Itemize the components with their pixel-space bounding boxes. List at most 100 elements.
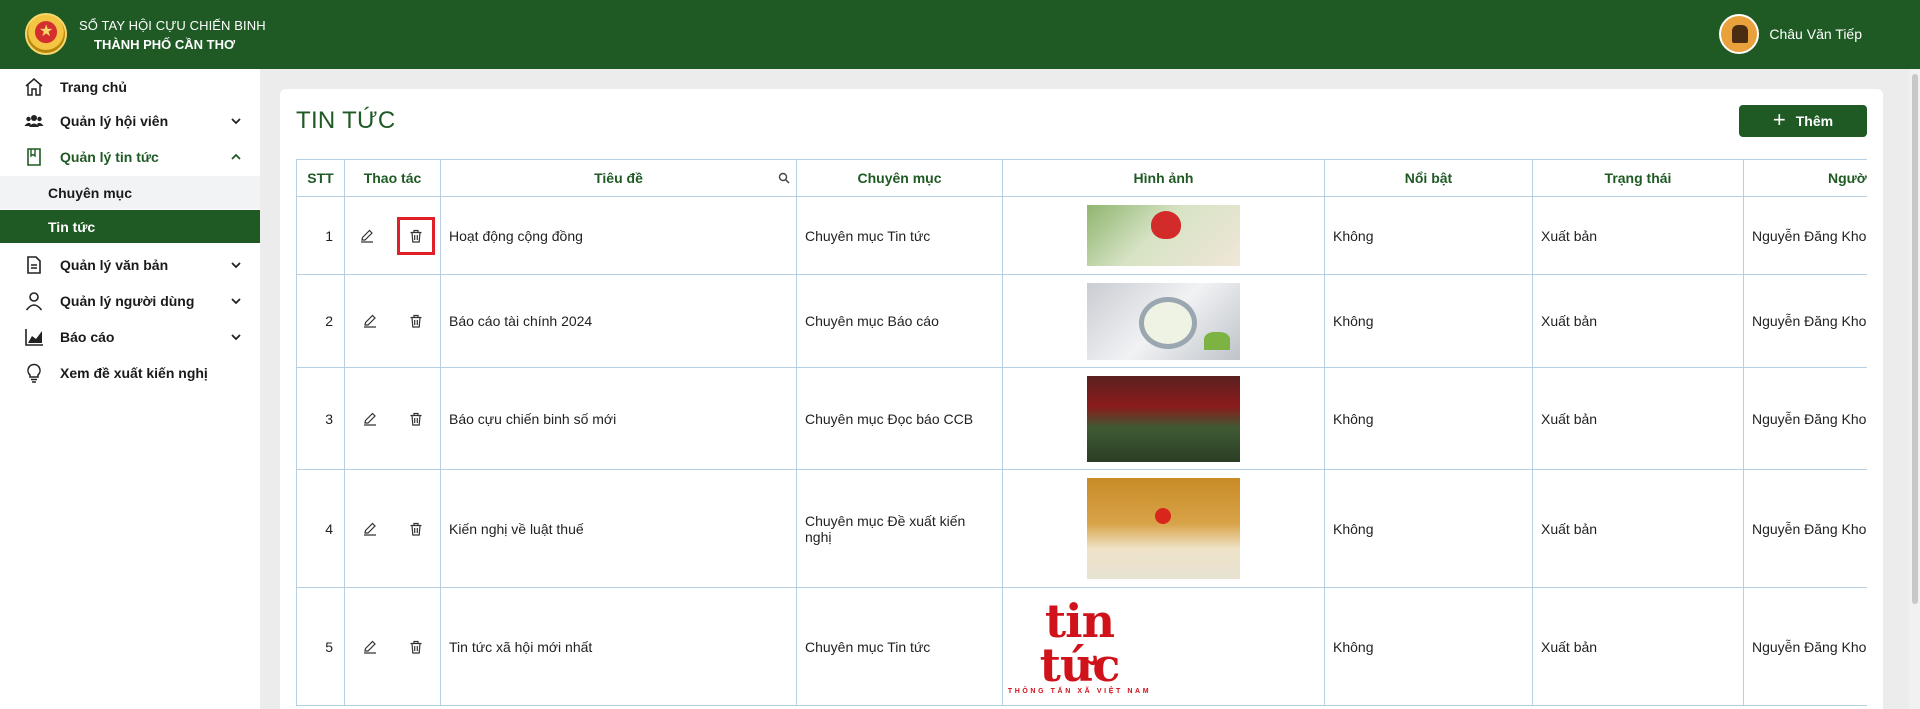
page-scrollbar-thumb[interactable] — [1912, 74, 1918, 604]
user-icon — [25, 292, 43, 311]
row-actions — [344, 367, 441, 470]
avatar[interactable] — [1719, 14, 1760, 54]
sidebar-subitem-news[interactable]: Tin tức — [0, 210, 260, 243]
sidebar-subitem-categories[interactable]: Chuyên mục — [0, 176, 260, 209]
row-category: Chuyên mục Đề xuất kiến nghị — [796, 469, 1003, 588]
column-header-stt[interactable]: STT — [296, 159, 345, 197]
row-featured: Không — [1324, 469, 1533, 588]
delete-button[interactable] — [396, 216, 435, 255]
delete-button[interactable] — [400, 513, 432, 545]
pencil-icon — [363, 640, 376, 654]
sidebar-item-label: Trang chủ — [60, 79, 127, 95]
row-stt: 3 — [296, 367, 345, 470]
sidebar-item-reports[interactable]: Báo cáo — [0, 319, 260, 355]
chevron-down-icon — [231, 118, 241, 125]
row-author: Nguyễn Đăng Khoa — [1743, 196, 1867, 275]
user-menu[interactable]: Châu Văn Tiếp — [1719, 14, 1862, 54]
row-stt: 1 — [296, 196, 345, 275]
sidebar-item-label: Quản lý hội viên — [60, 113, 169, 129]
sidebar-subitem-label: Chuyên mục — [48, 185, 133, 201]
chevron-up-icon — [231, 153, 241, 160]
column-header-title[interactable]: Tiêu đề — [440, 159, 797, 197]
row-featured: Không — [1324, 587, 1533, 706]
edit-button[interactable] — [354, 513, 386, 545]
sidebar-item-news[interactable]: Quản lý tin tức — [0, 139, 260, 175]
row-image-cell: tin tức THÔNG TẤN XÃ VIỆT NAM — [1002, 587, 1325, 706]
row-title: Kiến nghị về luật thuế — [440, 469, 797, 588]
plus-icon: + — [1772, 107, 1786, 132]
table-row: 1 Hoạt động cộng đồng Chuyên mục Tin tức… — [296, 196, 1867, 275]
edit-button[interactable] — [354, 403, 386, 435]
table-row: 2 Báo cáo tài chính 2024 Chuyên mục Báo … — [296, 274, 1867, 368]
column-header-author[interactable]: Người t — [1743, 159, 1867, 197]
delete-button[interactable] — [400, 305, 432, 337]
sidebar-item-home[interactable]: Trang chủ — [0, 69, 260, 105]
column-header-status[interactable]: Trạng thái — [1532, 159, 1744, 197]
column-header-category[interactable]: Chuyên mục — [796, 159, 1003, 197]
column-header-label: Tiêu đề — [594, 170, 643, 186]
row-actions — [344, 469, 441, 588]
sidebar-item-documents[interactable]: Quản lý văn bản — [0, 247, 260, 283]
row-status: Xuất bản — [1532, 367, 1744, 470]
page-title: TIN TỨC — [296, 107, 396, 134]
row-author: Nguyễn Đăng Khoa — [1743, 274, 1867, 368]
pencil-icon — [360, 229, 373, 243]
edit-button[interactable] — [354, 631, 386, 663]
table-row: 4 Kiến nghị về luật thuế Chuyên mục Đề x… — [296, 469, 1867, 588]
thumbnail-image — [1087, 375, 1240, 462]
row-actions — [344, 196, 441, 275]
delete-button[interactable] — [400, 403, 432, 435]
table-row: 3 Báo cựu chiến binh số mới Chuyên mục Đ… — [296, 367, 1867, 470]
sidebar-item-label: Báo cáo — [60, 329, 115, 345]
row-image-cell — [1002, 469, 1325, 588]
book-icon — [27, 148, 41, 166]
row-title: Hoạt động cộng đồng — [440, 196, 797, 275]
row-title: Báo cáo tài chính 2024 — [440, 274, 797, 368]
edit-button[interactable] — [351, 220, 383, 252]
main-card: TIN TỨC + Thêm STT Thao tác Tiêu đề Chuy… — [280, 89, 1883, 709]
delete-button[interactable] — [400, 631, 432, 663]
row-image-cell — [1002, 196, 1325, 275]
row-actions — [344, 274, 441, 368]
sidebar-item-users[interactable]: Quản lý người dùng — [0, 283, 260, 319]
trash-icon — [410, 314, 421, 328]
sidebar-item-label: Quản lý người dùng — [60, 293, 195, 309]
trash-icon — [410, 412, 421, 426]
tintuc-logo-text: tin tức — [1039, 593, 1121, 692]
column-header-actions[interactable]: Thao tác — [344, 159, 441, 197]
row-title: Tin tức xã hội mới nhất — [440, 587, 797, 706]
users-icon — [24, 115, 44, 127]
pencil-icon — [363, 314, 376, 328]
trash-icon — [410, 522, 421, 536]
sidebar-item-members[interactable]: Quản lý hội viên — [0, 103, 260, 139]
row-author: Nguyễn Đăng Khoa — [1743, 367, 1867, 470]
pencil-icon — [363, 412, 376, 426]
row-featured: Không — [1324, 274, 1533, 368]
row-category: Chuyên mục Báo cáo — [796, 274, 1003, 368]
row-image-cell — [1002, 367, 1325, 470]
user-name: Châu Văn Tiếp — [1769, 26, 1862, 42]
column-header-image[interactable]: Hình ảnh — [1002, 159, 1325, 197]
row-image-cell — [1002, 274, 1325, 368]
brand-subtitle: THÀNH PHỐ CẦN THƠ — [94, 37, 236, 52]
search-icon[interactable] — [778, 172, 790, 184]
edit-button[interactable] — [354, 305, 386, 337]
column-header-featured[interactable]: Nổi bật — [1324, 159, 1533, 197]
row-category: Chuyên mục Tin tức — [796, 587, 1003, 706]
row-category: Chuyên mục Đọc báo CCB — [796, 367, 1003, 470]
add-button-label: Thêm — [1795, 113, 1834, 129]
row-title: Báo cựu chiến binh số mới — [440, 367, 797, 470]
trash-icon — [410, 640, 421, 654]
chevron-down-icon — [231, 262, 241, 269]
pencil-icon — [363, 522, 376, 536]
row-category: Chuyên mục Tin tức — [796, 196, 1003, 275]
row-featured: Không — [1324, 196, 1533, 275]
row-stt: 4 — [296, 469, 345, 588]
add-button[interactable]: + Thêm — [1739, 105, 1867, 137]
top-header: ★ SỔ TAY HỘI CỰU CHIẾN BINH THÀNH PHỐ CẦ… — [0, 0, 1920, 69]
row-stt: 2 — [296, 274, 345, 368]
sidebar-item-proposals[interactable]: Xem đề xuất kiến nghị — [0, 355, 260, 391]
sidebar-item-label: Quản lý văn bản — [60, 257, 169, 273]
home-icon — [25, 78, 43, 96]
row-status: Xuất bản — [1532, 469, 1744, 588]
